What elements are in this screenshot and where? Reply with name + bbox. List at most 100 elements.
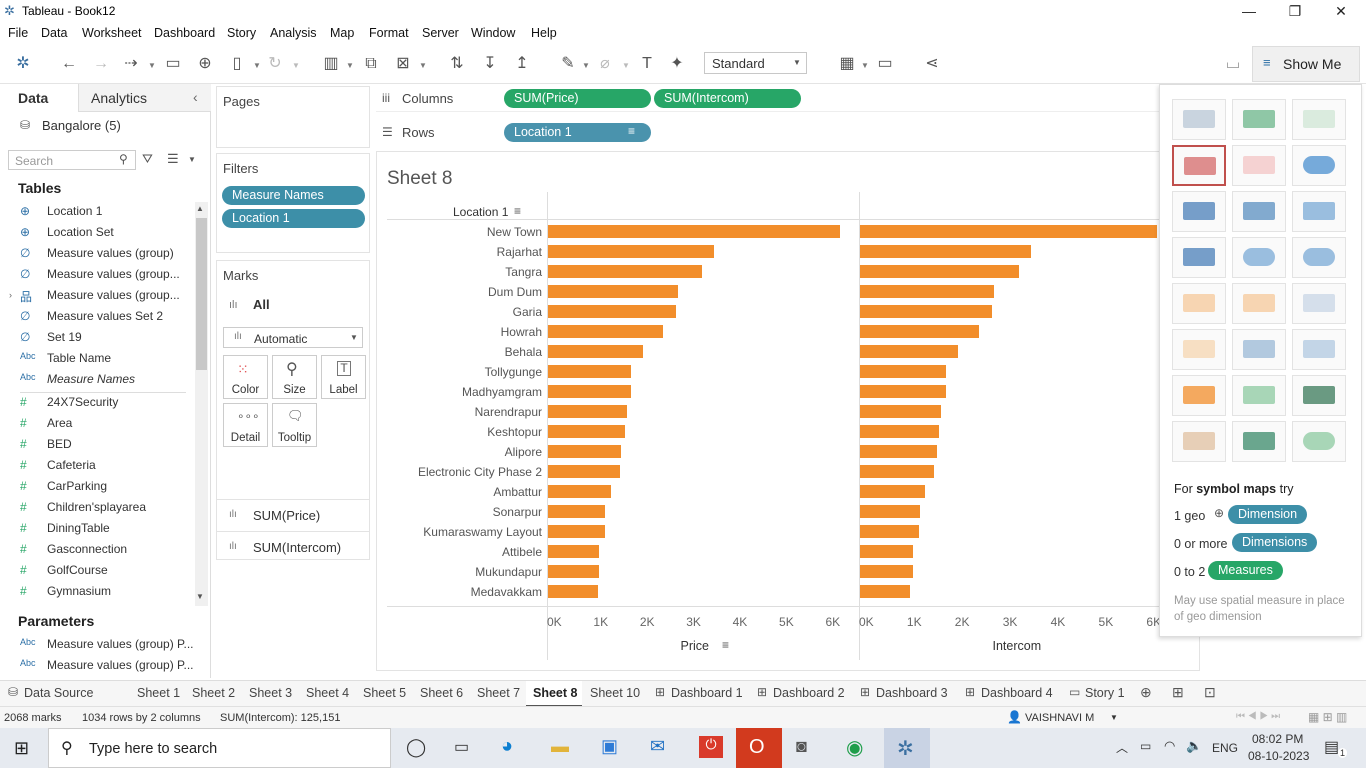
category-label[interactable]: New Town	[387, 225, 542, 239]
field-item[interactable]: # Area	[20, 416, 188, 437]
category-label[interactable]: Keshtopur	[387, 425, 542, 439]
category-label[interactable]: Ambattur	[387, 485, 542, 499]
tab-dashboard-4[interactable]: Dashboard 4	[981, 686, 1053, 700]
sort-descending-icon[interactable]: ↥	[511, 53, 533, 75]
bar-intercom[interactable]	[860, 485, 925, 498]
rows-shelf[interactable]: ☰ Rows Location 1 ≡	[376, 120, 1160, 146]
columns-shelf[interactable]: iii Columns SUM(Price) SUM(Intercom)	[376, 86, 1160, 112]
category-label[interactable]: Electronic City Phase 2	[387, 465, 542, 479]
search-input[interactable]: Search ⚲	[8, 150, 136, 170]
chevron-down-icon[interactable]: ▼	[188, 155, 196, 164]
gantt-chart-icon[interactable]	[1172, 421, 1226, 462]
windows-start-icon[interactable]: ⊞	[14, 738, 29, 759]
tab-sheet-7[interactable]: Sheet 7	[477, 686, 520, 700]
redo-icon[interactable]: →	[90, 53, 112, 75]
camera-icon[interactable]: ◙	[796, 736, 807, 757]
area-discrete-icon[interactable]	[1232, 329, 1286, 370]
chevron-down-icon[interactable]: ▼	[346, 61, 354, 70]
field-item[interactable]: ∅ Measure values (group...	[20, 267, 188, 288]
field-item[interactable]: # BED	[20, 437, 188, 458]
side-by-side-circles-icon[interactable]	[1292, 237, 1346, 278]
tableau-taskbar-button[interactable]: ✲	[884, 728, 930, 768]
filled-map-icon[interactable]	[1232, 145, 1286, 186]
area-continuous-icon[interactable]	[1172, 329, 1226, 370]
treemap-icon[interactable]	[1172, 237, 1226, 278]
chevron-down-icon[interactable]: ▼	[292, 61, 300, 70]
field-item[interactable]: # Gasconnection	[20, 542, 188, 563]
filter-icon[interactable]: ⛛	[142, 151, 153, 167]
circle-views-icon[interactable]	[1232, 237, 1286, 278]
bar-intercom[interactable]	[860, 365, 947, 378]
bar-price[interactable]	[548, 345, 644, 358]
pages-card[interactable]: Pages	[216, 86, 370, 148]
bar-intercom[interactable]	[860, 385, 947, 398]
save-icon[interactable]: ▭	[162, 53, 184, 75]
chrome-icon[interactable]: ◉	[846, 735, 863, 760]
chevron-down-icon[interactable]: ▼	[419, 61, 427, 70]
category-label[interactable]: Tangra	[387, 265, 542, 279]
menu-story[interactable]: Story	[227, 26, 256, 40]
show-me-button[interactable]: ≡ Show Me	[1252, 46, 1360, 82]
bar-intercom[interactable]	[860, 345, 959, 358]
bar-intercom[interactable]	[860, 465, 935, 478]
marks-measure-intercom[interactable]: ılı SUM(Intercom)	[217, 531, 369, 561]
sort-ascending-icon[interactable]: ↧	[479, 53, 501, 75]
tab-dashboard-3[interactable]: Dashboard 3	[876, 686, 948, 700]
highlight-table-icon[interactable]	[1292, 99, 1346, 140]
menu-format[interactable]: Format	[369, 26, 409, 40]
sort-icon[interactable]: ≡	[722, 638, 729, 652]
category-label[interactable]: Sonarpur	[387, 505, 542, 519]
bar-intercom[interactable]	[860, 325, 979, 338]
pie-chart-icon[interactable]	[1292, 145, 1346, 186]
duplicate-sheet-icon[interactable]: ⧉	[360, 53, 382, 75]
mark-type-select[interactable]: ılı Automatic ▼	[223, 327, 363, 348]
tab-sheet-2[interactable]: Sheet 2	[192, 686, 235, 700]
bar-price[interactable]	[548, 525, 605, 538]
chevron-down-icon[interactable]: ▼	[1110, 713, 1118, 722]
field-item[interactable]: ∅ Measure values Set 2	[20, 309, 188, 330]
label-button[interactable]: T Label	[321, 355, 366, 399]
group-members-icon[interactable]: ⌀	[594, 53, 616, 75]
restore-button[interactable]: ❐	[1272, 0, 1318, 22]
view-options-icon[interactable]: ☰	[167, 151, 179, 167]
new-datasource-icon[interactable]: ⊕	[194, 53, 216, 75]
clock-time[interactable]: 08:02 PM	[1252, 732, 1303, 746]
show-labels-icon[interactable]: T	[636, 53, 658, 75]
bar-price[interactable]	[548, 545, 600, 558]
bar-price[interactable]	[548, 405, 627, 418]
bar-intercom[interactable]	[860, 425, 940, 438]
marks-measure-price[interactable]: ılı SUM(Price)	[217, 499, 369, 531]
menu-worksheet[interactable]: Worksheet	[82, 26, 142, 40]
user-name[interactable]: VAISHNAVI M	[1025, 712, 1094, 724]
box-whisker-icon[interactable]	[1292, 375, 1346, 416]
category-label[interactable]: Tollygunge	[387, 365, 542, 379]
marks-all-tab[interactable]: All	[253, 297, 270, 312]
filters-card[interactable]: Filters Measure Names Location 1	[216, 153, 370, 253]
app-icon[interactable]: ⏻	[699, 736, 723, 758]
menu-server[interactable]: Server	[422, 26, 459, 40]
menu-window[interactable]: Window	[471, 26, 515, 40]
new-story-icon[interactable]: ⊡	[1204, 684, 1216, 701]
field-item[interactable]: Abc Measure Names	[20, 372, 188, 393]
bar-intercom[interactable]	[860, 405, 942, 418]
opera-taskbar-button[interactable]: O	[736, 728, 782, 768]
field-item[interactable]: # Gymnasium	[20, 584, 188, 605]
chevron-down-icon[interactable]: ▼	[861, 61, 869, 70]
category-label[interactable]: Attibele	[387, 545, 542, 559]
bar-price[interactable]	[548, 385, 632, 398]
category-label[interactable]: Mukundapur	[387, 565, 542, 579]
tab-dashboard-2[interactable]: Dashboard 2	[773, 686, 845, 700]
axis-title[interactable]: Price	[681, 639, 709, 653]
mail-icon[interactable]: ✉	[650, 736, 665, 757]
tab-sheet-3[interactable]: Sheet 3	[249, 686, 292, 700]
collapse-icon[interactable]: ‹	[193, 89, 198, 105]
tooltip-button[interactable]: 🗨 Tooltip	[272, 403, 317, 447]
file-explorer-icon[interactable]: ▬	[551, 736, 569, 757]
menu-analysis[interactable]: Analysis	[270, 26, 317, 40]
dual-line-icon[interactable]	[1292, 283, 1346, 324]
field-item[interactable]: # Cafeteria	[20, 458, 188, 479]
bar-price[interactable]	[548, 465, 620, 478]
field-item[interactable]: #24X7Security	[20, 395, 188, 416]
chevron-down-icon[interactable]: ▼	[582, 61, 590, 70]
new-worksheet-icon[interactable]: ⊕	[1140, 684, 1152, 701]
